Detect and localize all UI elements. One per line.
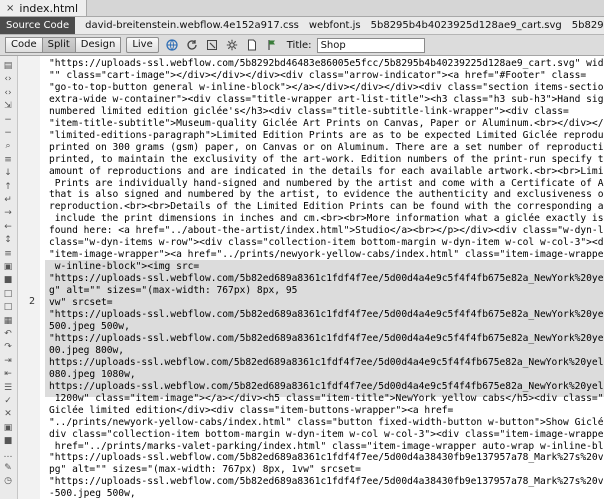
close-icon[interactable]: ×	[6, 3, 14, 14]
snippet-icon[interactable]: ▣	[2, 261, 14, 273]
indent-icon[interactable]: →	[2, 207, 14, 219]
code-line: 1200w" class="item-image"></a></div><h5 …	[54, 392, 604, 404]
wrap-icon[interactable]: ↵	[2, 194, 14, 206]
format-icon[interactable]: ≡	[2, 248, 14, 260]
remove-icon[interactable]: ✕	[2, 408, 14, 420]
outdent-icon[interactable]: ←	[2, 221, 14, 233]
document-tab[interactable]: × index.html	[0, 0, 88, 16]
code-line: https://uploads-ssl.webflow.com/5b82ed68…	[49, 356, 604, 368]
view-switcher: Code Split Design	[5, 37, 122, 53]
collapse-icon[interactable]: −	[2, 127, 14, 139]
code-line: div class="collection-item bottom-margin…	[49, 428, 604, 440]
tag-icon[interactable]: □	[2, 301, 14, 313]
recent-icon[interactable]: ◷	[2, 475, 14, 487]
code-editor[interactable]: "https://uploads-ssl.webflow.com/5b8292b…	[45, 56, 604, 499]
indent-right-icon[interactable]: ⇥	[2, 355, 14, 367]
file-icon[interactable]: ▤	[2, 60, 14, 72]
settings-icon[interactable]	[225, 38, 239, 52]
comment-icon[interactable]: ↓	[2, 167, 14, 179]
code-line: amount of reproductions and are indicate…	[49, 165, 604, 177]
code-line: vw" srcset=	[49, 297, 113, 309]
title-input[interactable]: Shop	[316, 37, 425, 53]
source-code-tab[interactable]: Source Code	[0, 17, 76, 34]
code-line: include the print dimensions in inches a…	[49, 213, 604, 225]
expand-icon[interactable]: ⇲	[2, 100, 14, 112]
format-source-icon[interactable]: ☰	[2, 382, 14, 394]
related-file-js[interactable]: webfont.js	[309, 20, 361, 31]
code-view-button[interactable]: Code	[5, 37, 43, 53]
code-line: numbered limited edition giclée's</h3><d…	[49, 105, 569, 117]
code-line: "https://uploads-ssl.webflow.com/5b82ed6…	[49, 273, 604, 285]
tag-icon[interactable]: □	[2, 288, 14, 300]
code-line: class="w-dyn-items w-row"><div class="co…	[49, 237, 604, 249]
code-line: 500.jpeg 500w,	[49, 320, 130, 332]
code-line: "https://uploads-ssl.webflow.com/5b82ed6…	[49, 452, 604, 464]
code-line: pg" alt="" sizes="(max-width: 767px) 8px…	[49, 464, 361, 476]
flag-icon[interactable]	[265, 38, 279, 52]
block-icon[interactable]: ▦	[2, 315, 14, 327]
css-icon[interactable]: ■	[2, 274, 14, 286]
document-toolbar: Code Split Design Live Title: Shop	[0, 35, 604, 56]
search-icon[interactable]: ⌕	[2, 140, 14, 152]
code-line: "item-image-wrapper"><a href="../prints/…	[49, 249, 604, 261]
split-view-button[interactable]: Split	[42, 37, 76, 53]
code-line: printed, to maintain the exclusivity of …	[49, 153, 604, 165]
code-lines: "https://uploads-ssl.webflow.com/5b8292b…	[49, 58, 604, 499]
code-icon[interactable]: ‹›	[2, 73, 14, 85]
undo-icon[interactable]: ↶	[2, 328, 14, 340]
line-number: 2	[28, 296, 35, 307]
code-line: 00.jpeg 800w,	[49, 344, 125, 356]
line-number-column: ▼ ▲ 2	[18, 56, 57, 499]
document-tab-label: index.html	[19, 1, 79, 15]
title-label: Title:	[286, 39, 312, 51]
document-tab-bar: × index.html	[0, 0, 604, 17]
snippet-icon[interactable]: ▣	[2, 422, 14, 434]
code-line: https://uploads-ssl.webflow.com/5b82ed68…	[49, 380, 604, 392]
collapse-icon[interactable]: −	[2, 114, 14, 126]
code-line: 080.jpeg 1080w,	[49, 368, 136, 380]
code-line: href="../prints/marks-valet-parking/inde…	[54, 440, 604, 452]
code-line: Giclée limited edition</div><div class="…	[49, 404, 454, 416]
code-line: "item-title-subtitle">Museum-quality Gic…	[49, 117, 604, 129]
coding-toolbar: ▤ ‹› ‹› ⇲ − − ⌕ ≡ ↓ ↑ ↵ → ← ↕ ≡ ▣ ■ □ □ ▦ ↶ ↷ ⇥ ⇤ ☰ ✓ ✕ ▣ ■… ✎ ◷	[0, 56, 18, 499]
globe-icon[interactable]	[165, 38, 179, 52]
code-line: "https://uploads-ssl.webflow.com/5b82ed6…	[49, 476, 604, 488]
code-line: printed on 300 grams (gsm) paper, on Can…	[49, 141, 604, 153]
code-line: "https://uploads-ssl.webflow.com/5b82ed6…	[49, 332, 604, 344]
apply-icon[interactable]: ✓	[2, 395, 14, 407]
inspect-icon[interactable]	[205, 38, 219, 52]
related-file-css[interactable]: david-breitenstein.webflow.4e152a917.css	[85, 20, 299, 31]
code-line: "https://uploads-ssl.webflow.com/5b82ed6…	[49, 309, 604, 321]
design-view-button[interactable]: Design	[75, 37, 122, 53]
code-line: reproduction.<br><br>Details of the Limi…	[49, 201, 604, 213]
code-line: "limited-editions-paragraph">Limited Edi…	[49, 129, 604, 141]
code-icon[interactable]: ‹›	[2, 87, 14, 99]
code-line: g" alt="" sizes="(max-width: 767px) 8px,…	[49, 285, 298, 297]
code-line: that is also signed and numbered by the …	[49, 189, 604, 201]
comment-remove-icon[interactable]: ↑	[2, 181, 14, 193]
code-line: w-inline-block"><img src=	[49, 261, 200, 273]
related-file-logo-svg[interactable]: 5b8294eab775a95d46672794_David Breitenst…	[572, 20, 604, 31]
code-line: found here: <a href="../about-the-artist…	[49, 225, 604, 237]
code-line: Prints are individually hand-signed and …	[54, 177, 604, 189]
move-icon[interactable]: ↕	[2, 234, 14, 246]
related-file-cart-svg[interactable]: 5b8295b4b4023925d128ae9_cart.svg	[371, 20, 562, 31]
code-line: -500.jpeg 500w,	[49, 488, 136, 499]
live-view-button[interactable]: Live	[126, 37, 159, 53]
code-line: "../prints/newyork-yellow-cabs/index.htm…	[49, 416, 604, 428]
lines-icon[interactable]: ≡	[2, 154, 14, 166]
file-icon[interactable]	[245, 38, 259, 52]
outdent-left-icon[interactable]: ⇤	[2, 368, 14, 380]
code-line: "go-to-top-button general w-inline-block…	[49, 81, 604, 93]
code-hint-icon[interactable]: …	[2, 449, 14, 461]
css-icon[interactable]: ■	[2, 435, 14, 447]
code-line: extra-wide w-container"><div class="titl…	[49, 93, 604, 105]
code-line: "https://uploads-ssl.webflow.com/5b8292b…	[49, 58, 604, 69]
related-files-bar: Source Code david-breitenstein.webflow.4…	[0, 17, 604, 35]
refresh-icon[interactable]	[185, 38, 199, 52]
code-line: "" class="cart-image"></div></div></div>…	[49, 69, 587, 81]
redo-icon[interactable]: ↷	[2, 341, 14, 353]
edit-icon[interactable]: ✎	[2, 462, 14, 474]
